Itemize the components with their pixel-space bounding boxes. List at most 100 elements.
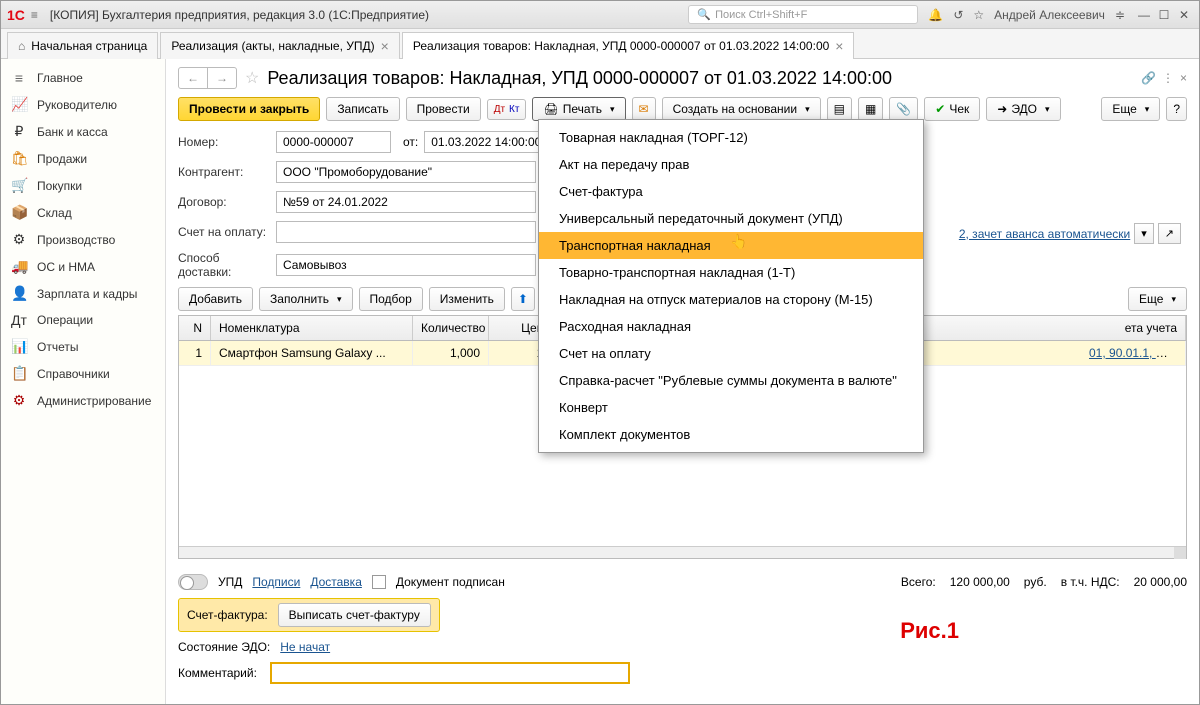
sidebar-item[interactable]: 📈Руководителю — [1, 91, 165, 118]
total-label: Всего: — [901, 575, 936, 589]
upd-label: УПД — [218, 575, 242, 589]
sidebar-item[interactable]: ДтОперации — [1, 307, 165, 333]
settings-icon[interactable]: ≑ — [1115, 8, 1125, 22]
forward-button[interactable]: → — [207, 68, 236, 88]
change-button[interactable]: Изменить — [429, 287, 505, 311]
print-menu-item[interactable]: Акт на передачу прав — [539, 151, 923, 178]
signed-checkbox[interactable] — [372, 575, 386, 589]
menu-icon[interactable]: ≡ — [31, 8, 38, 22]
sidebar-label: Зарплата и кадры — [37, 287, 137, 301]
sidebar-item[interactable]: 🛍Продажи — [1, 145, 165, 172]
search-input[interactable]: 🔍 Поиск Ctrl+Shift+F — [688, 5, 918, 24]
help-button[interactable]: ? — [1166, 97, 1187, 121]
sidebar-item[interactable]: ⚙Производство — [1, 226, 165, 253]
sidebar-item[interactable]: ⚙Администрирование — [1, 387, 165, 414]
nav-arrows: ← → — [178, 67, 237, 89]
dropdown-button[interactable]: ▾ — [1134, 223, 1154, 244]
save-button[interactable]: Записать — [326, 97, 399, 121]
favorite-icon[interactable]: ☆ — [245, 68, 259, 88]
close-icon[interactable]: × — [381, 41, 389, 51]
back-button[interactable]: ← — [179, 68, 207, 88]
dtct-button[interactable]: ДтКт — [487, 99, 527, 120]
print-menu-item[interactable]: Расходная накладная — [539, 313, 923, 340]
fill-button[interactable]: Заполнить — [259, 287, 352, 311]
print-menu-item[interactable]: Универсальный передаточный документ (УПД… — [539, 205, 923, 232]
sidebar-item[interactable]: 🛒Покупки — [1, 172, 165, 199]
check-button[interactable]: ✔Чек — [924, 97, 980, 121]
add-button[interactable]: Добавить — [178, 287, 253, 311]
print-menu-item[interactable]: Счет-фактура — [539, 178, 923, 205]
comment-input[interactable] — [270, 662, 630, 684]
bell-icon[interactable]: 🔔 — [928, 8, 943, 22]
create-based-button[interactable]: Создать на основании — [662, 97, 821, 121]
figure-label: Рис.1 — [900, 618, 959, 644]
sidebar-item[interactable]: 👤Зарплата и кадры — [1, 280, 165, 307]
document-title: Реализация товаров: Накладная, УПД 0000-… — [267, 68, 1141, 89]
signatures-link[interactable]: Подписи — [252, 575, 300, 589]
user-name[interactable]: Андрей Алексеевич — [994, 8, 1105, 22]
sidebar-item[interactable]: 📋Справочники — [1, 360, 165, 387]
date-input[interactable] — [424, 131, 554, 153]
col-n[interactable]: N — [179, 316, 211, 340]
print-menu-item[interactable]: Накладная на отпуск материалов на сторон… — [539, 286, 923, 313]
close-content-icon[interactable]: × — [1180, 71, 1187, 85]
star-icon[interactable]: ☆ — [973, 8, 984, 22]
relations-button[interactable]: ▦ — [858, 97, 883, 121]
select-button[interactable]: Подбор — [359, 287, 423, 311]
edo-button[interactable]: ➜ЭДО — [986, 97, 1060, 121]
close-icon[interactable]: × — [835, 41, 843, 51]
print-menu-item[interactable]: Конверт — [539, 394, 923, 421]
write-invoice-button[interactable]: Выписать счет-фактуру — [278, 603, 431, 627]
print-menu-item[interactable]: Транспортная накладная — [539, 232, 923, 259]
structure-button[interactable]: ▤ — [827, 97, 852, 121]
maximize-button[interactable]: ☐ — [1155, 6, 1173, 24]
tab-document[interactable]: Реализация товаров: Накладная, УПД 0000-… — [402, 32, 855, 59]
sidebar-label: Производство — [37, 233, 115, 247]
invoice-input[interactable] — [276, 221, 536, 243]
more-button[interactable]: Еще — [1101, 97, 1160, 121]
app-title: [КОПИЯ] Бухгалтерия предприятия, редакци… — [50, 8, 688, 22]
sidebar-icon: 📈 — [11, 96, 27, 113]
sidebar-label: Покупки — [37, 179, 82, 193]
signed-label: Документ подписан — [396, 575, 505, 589]
sidebar-item[interactable]: 📦Склад — [1, 199, 165, 226]
edo-status-link[interactable]: Не начат — [280, 640, 330, 654]
mail-button[interactable]: ✉ — [632, 97, 656, 121]
titlebar: 1C ≡ [КОПИЯ] Бухгалтерия предприятия, ре… — [1, 1, 1199, 29]
upd-toggle[interactable] — [178, 574, 208, 590]
tab-list[interactable]: Реализация (акты, накладные, УПД) × — [160, 32, 399, 59]
settlements-link[interactable]: 2, зачет аванса автоматически — [959, 227, 1130, 241]
contract-input[interactable] — [276, 191, 536, 213]
grid-more-button[interactable]: Еще — [1128, 287, 1187, 311]
print-menu-item[interactable]: Товарная накладная (ТОРГ-12) — [539, 124, 923, 151]
print-menu-item[interactable]: Товарно-транспортная накладная (1-Т) — [539, 259, 923, 286]
counterparty-input[interactable] — [276, 161, 536, 183]
delivery-link[interactable]: Доставка — [310, 575, 362, 589]
print-menu-item[interactable]: Комплект документов — [539, 421, 923, 448]
tab-home[interactable]: ⌂ Начальная страница — [7, 32, 158, 59]
sidebar-item[interactable]: 🚚ОС и НМА — [1, 253, 165, 280]
up-button[interactable]: ⬆ — [511, 287, 535, 311]
delivery-label: Способ доставки: — [178, 251, 270, 279]
number-input[interactable] — [276, 131, 391, 153]
history-icon[interactable]: ↺ — [953, 8, 963, 22]
attach-button[interactable]: 📎 — [889, 97, 918, 121]
open-button[interactable]: ↗ — [1158, 223, 1181, 244]
col-name[interactable]: Номенклатура — [211, 316, 413, 340]
scrollbar[interactable] — [179, 546, 1186, 558]
sidebar-item[interactable]: ≡Главное — [1, 65, 165, 91]
link-icon[interactable]: 🔗 — [1141, 71, 1156, 85]
delivery-input[interactable] — [276, 254, 536, 276]
more-icon[interactable]: ⋮ — [1162, 71, 1174, 85]
col-qty[interactable]: Количество — [413, 316, 489, 340]
sidebar-item[interactable]: 📊Отчеты — [1, 333, 165, 360]
print-menu-item[interactable]: Справка-расчет "Рублевые суммы документа… — [539, 367, 923, 394]
minimize-button[interactable]: — — [1135, 6, 1153, 24]
print-menu-item[interactable]: Счет на оплату — [539, 340, 923, 367]
post-button[interactable]: Провести — [406, 97, 481, 121]
print-button[interactable]: 🖨Печать — [532, 97, 625, 121]
accounts-link[interactable]: 01, 90.01.1, Оптовая торговля, 90.02.1, … — [1089, 346, 1186, 360]
close-button[interactable]: ✕ — [1175, 6, 1193, 24]
post-close-button[interactable]: Провести и закрыть — [178, 97, 320, 121]
sidebar-item[interactable]: ₽Банк и касса — [1, 118, 165, 145]
